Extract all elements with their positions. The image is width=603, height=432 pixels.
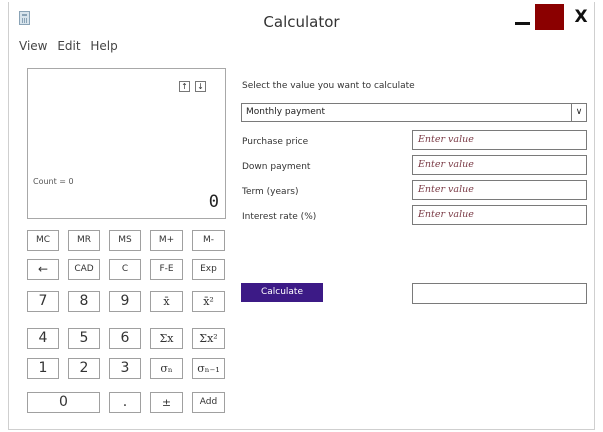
purchase-price-label: Purchase price [242, 137, 309, 147]
memory-clear-button[interactable]: MC [27, 230, 59, 251]
mean-button[interactable]: x̄ [150, 291, 183, 312]
digit-7-button[interactable]: 7 [27, 291, 59, 312]
scroll-down-button[interactable]: ↓ [195, 81, 206, 92]
selected-option-label: Monthly payment [246, 107, 325, 117]
exp-button[interactable]: Exp [192, 259, 225, 280]
calculator-window: Calculator X View Edit Help ↑ ↓ Count = … [8, 2, 595, 430]
term-years-label: Term (years) [242, 187, 299, 197]
digit-6-button[interactable]: 6 [109, 328, 141, 349]
add-data-point-button[interactable]: Add [192, 392, 225, 413]
digit-2-button[interactable]: 2 [68, 358, 100, 379]
memory-add-button[interactable]: M+ [150, 230, 183, 251]
fe-button[interactable]: F-E [150, 259, 183, 280]
down-payment-label: Down payment [242, 162, 311, 172]
sum-x-button[interactable]: Σx [150, 328, 183, 349]
display-value: 0 [208, 192, 219, 212]
decimal-point-button[interactable]: . [109, 392, 141, 413]
menu-view[interactable]: View [19, 39, 47, 53]
chevron-down-icon[interactable]: ∨ [571, 104, 586, 121]
memory-recall-button[interactable]: MR [68, 230, 100, 251]
digit-1-button[interactable]: 1 [27, 358, 59, 379]
calculate-button[interactable]: Calculate [241, 283, 323, 302]
down-payment-input[interactable]: Enter value [412, 155, 587, 175]
backspace-button[interactable]: ← [27, 259, 59, 280]
window-title: Calculator [263, 13, 340, 31]
mean-squared-button[interactable]: x̄² [192, 291, 225, 312]
digit-0-button[interactable]: 0 [27, 392, 100, 413]
digit-3-button[interactable]: 3 [109, 358, 141, 379]
menu-edit[interactable]: Edit [57, 39, 80, 53]
interest-rate-input[interactable]: Enter value [412, 205, 587, 225]
interest-rate-label: Interest rate (%) [242, 212, 317, 222]
scroll-up-button[interactable]: ↑ [179, 81, 190, 92]
menu-help[interactable]: Help [90, 39, 117, 53]
purchase-price-input[interactable]: Enter value [412, 130, 587, 150]
digit-4-button[interactable]: 4 [27, 328, 59, 349]
calculator-display: ↑ ↓ Count = 0 0 [27, 68, 226, 219]
memory-subtract-button[interactable]: M- [192, 230, 225, 251]
title-bar: Calculator X [9, 2, 594, 36]
count-readout: Count = 0 [33, 177, 74, 186]
population-std-dev-button[interactable]: σₙ [150, 358, 183, 379]
digit-9-button[interactable]: 9 [109, 291, 141, 312]
calculation-type-select[interactable]: Monthly payment ∨ [241, 103, 587, 122]
close-button[interactable]: X [572, 7, 590, 27]
sum-x-squared-button[interactable]: Σx² [192, 328, 225, 349]
maximize-button[interactable] [535, 4, 564, 30]
worksheet-prompt: Select the value you want to calculate [242, 81, 415, 91]
menu-bar: View Edit Help [19, 39, 124, 53]
negate-button[interactable]: ± [150, 392, 183, 413]
sample-std-dev-button[interactable]: σₙ₋₁ [192, 358, 225, 379]
term-years-input[interactable]: Enter value [412, 180, 587, 200]
digit-8-button[interactable]: 8 [68, 291, 100, 312]
memory-store-button[interactable]: MS [109, 230, 141, 251]
result-field [412, 283, 587, 304]
minimize-button[interactable] [513, 10, 533, 28]
clear-button[interactable]: C [109, 259, 141, 280]
digit-5-button[interactable]: 5 [68, 328, 100, 349]
cad-button[interactable]: CAD [68, 259, 100, 280]
